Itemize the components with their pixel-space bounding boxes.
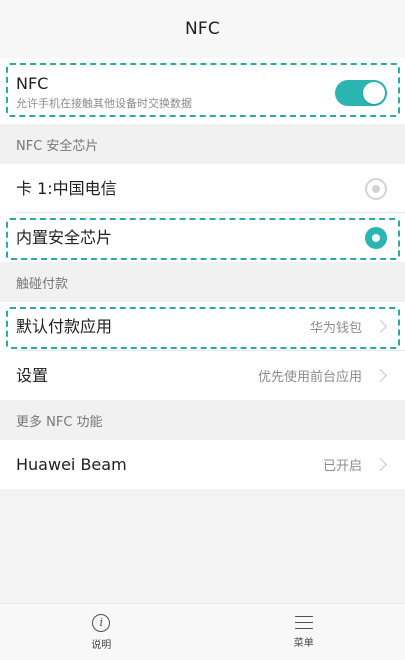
huawei-beam-label: Huawei Beam <box>16 454 127 474</box>
payment-settings-label: 设置 <box>16 365 49 385</box>
nfc-toggle-row[interactable]: NFC 允许手机在接触其他设备时交换数据 <box>0 58 405 124</box>
secure-chip-option-label: 内置安全芯片 <box>16 227 113 247</box>
nfc-settings-screen: NFC NFC 允许手机在接触其他设备时交换数据 NFC 安全芯片 卡 1:中国… <box>0 0 405 660</box>
secure-chip-section-title: NFC 安全芯片 <box>16 138 99 154</box>
radio-button-unselected[interactable] <box>365 177 387 200</box>
chevron-right-icon <box>374 320 387 333</box>
payment-section-title: 触碰付款 <box>16 276 69 292</box>
menu-icon <box>294 615 313 630</box>
huawei-beam-value-group: 已开启 <box>323 455 389 474</box>
payment-settings-value: 优先使用前台应用 <box>257 370 362 385</box>
huawei-beam-row[interactable]: Huawei Beam 已开启 <box>0 440 405 489</box>
menu-icon-line <box>294 627 313 630</box>
secure-chip-section-header: NFC 安全芯片 <box>0 124 405 164</box>
default-payment-app-label: 默认付款应用 <box>16 316 113 336</box>
nfc-subtitle: 允许手机在接触其他设备时交换数据 <box>16 97 192 110</box>
more-nfc-section-header: 更多 NFC 功能 <box>0 400 405 440</box>
chevron-right-icon <box>374 369 387 382</box>
page-title: NFC <box>185 19 220 39</box>
payment-section-header: 触碰付款 <box>0 262 405 302</box>
default-payment-app-value: 华为钱包 <box>309 321 362 336</box>
secure-chip-option-sim[interactable]: 卡 1:中国电信 <box>0 164 405 213</box>
page-title-bar: NFC <box>0 0 405 58</box>
chevron-right-icon <box>374 458 387 471</box>
more-nfc-section-title: 更多 NFC 功能 <box>16 414 103 430</box>
menu-nav-label: 菜单 <box>293 637 314 649</box>
secure-chip-option-label: 卡 1:中国电信 <box>16 178 117 198</box>
radio-button-selected[interactable] <box>365 226 387 249</box>
nfc-toggle[interactable] <box>335 80 387 106</box>
info-icon: i <box>92 613 111 632</box>
menu-icon-line <box>294 621 313 624</box>
help-nav-button[interactable]: i 说明 <box>41 613 161 651</box>
menu-icon-line <box>294 615 313 618</box>
menu-nav-button[interactable]: 菜单 <box>244 615 364 649</box>
huawei-beam-value: 已开启 <box>322 459 362 474</box>
nfc-toggle-knob <box>363 82 385 104</box>
default-payment-app-row[interactable]: 默认付款应用 华为钱包 <box>0 302 405 351</box>
bottom-navigation: i 说明 菜单 <box>0 603 405 660</box>
content-spacer <box>0 489 405 612</box>
secure-chip-option-built-in[interactable]: 内置安全芯片 <box>0 213 405 262</box>
nfc-title: NFC <box>16 74 49 93</box>
payment-settings-row[interactable]: 设置 优先使用前台应用 <box>0 351 405 400</box>
payment-settings-value-group: 优先使用前台应用 <box>258 366 389 385</box>
default-payment-app-value-group: 华为钱包 <box>310 317 389 336</box>
help-nav-label: 说明 <box>91 639 112 651</box>
nfc-text-group: NFC 允许手机在接触其他设备时交换数据 <box>16 74 192 112</box>
